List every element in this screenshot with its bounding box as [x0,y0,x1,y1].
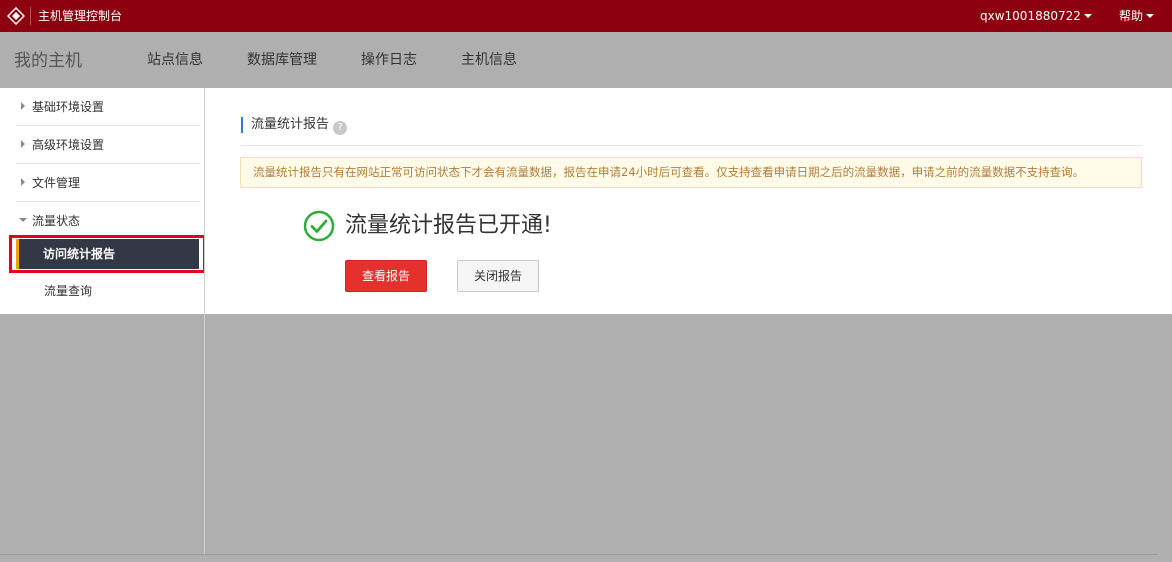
active-indicator [16,239,19,269]
top-bar: 主机管理控制台 qxw1001880722 帮助 [0,0,1172,32]
notice-banner: 流量统计报告只有在网站正常可访问状态下才会有流量数据，报告在申请24小时后可查看… [240,157,1142,188]
sidebar-item-label: 高级环境设置 [32,138,105,152]
chevron-down-icon [1083,14,1092,18]
caret-right-icon [21,140,25,148]
chevron-down-icon [1146,14,1155,18]
nav-item-site-info[interactable]: 站点信息 [147,51,203,69]
nav-item-operation-log[interactable]: 操作日志 [361,51,417,69]
sidebar-item-basic-env[interactable]: 基础环境设置 [16,88,200,126]
sidebar-subitem-label: 访问统计报告 [43,247,116,261]
app-title: 主机管理控制台 [38,9,123,23]
question-icon[interactable]: ? [333,121,348,135]
close-report-button[interactable]: 关闭报告 [457,260,539,292]
sidebar-subitem-visit-report[interactable]: 访问统计报告 [16,239,199,269]
bottom-divider [0,554,1158,555]
sidebar-item-label: 基础环境设置 [32,100,105,114]
sidebar-empty-area [0,314,205,554]
sidebar-item-label: 文件管理 [32,176,81,190]
caret-down-icon [19,218,27,222]
section-title: 流量统计报告? [241,117,348,135]
sidebar-item-label: 流量状态 [32,214,81,228]
logo-divider [30,7,31,25]
user-name: qxw1001880722 [980,9,1081,23]
caret-right-icon [21,178,25,186]
help-label: 帮助 [1119,9,1144,23]
main-nav: 我的主机 站点信息 数据库管理 操作日志 主机信息 [0,32,1172,88]
nav-item-host-info[interactable]: 主机信息 [461,51,517,69]
caret-right-icon [21,102,25,110]
logo-icon [7,7,25,25]
success-text: 流量统计报告已开通! [345,213,552,238]
user-menu[interactable]: qxw1001880722 [980,8,1092,24]
check-circle-icon [303,210,335,242]
main-panel: 流量统计报告? 流量统计报告只有在网站正常可访问状态下才会有流量数据，报告在申请… [205,88,1172,314]
nav-item-database[interactable]: 数据库管理 [247,51,317,69]
sidebar-subitem-traffic-query[interactable]: 流量查询 [44,283,92,299]
sidebar-item-file-manager[interactable]: 文件管理 [16,164,200,202]
view-report-button[interactable]: 查看报告 [345,260,427,292]
nav-brand[interactable]: 我的主机 [14,50,82,72]
section-title-text: 流量统计报告 [251,117,330,132]
section-divider [241,145,1142,146]
help-menu[interactable]: 帮助 [1119,8,1155,24]
sidebar-item-advanced-env[interactable]: 高级环境设置 [16,126,200,164]
sidebar: 基础环境设置 高级环境设置 文件管理 流量状态 [0,88,205,314]
